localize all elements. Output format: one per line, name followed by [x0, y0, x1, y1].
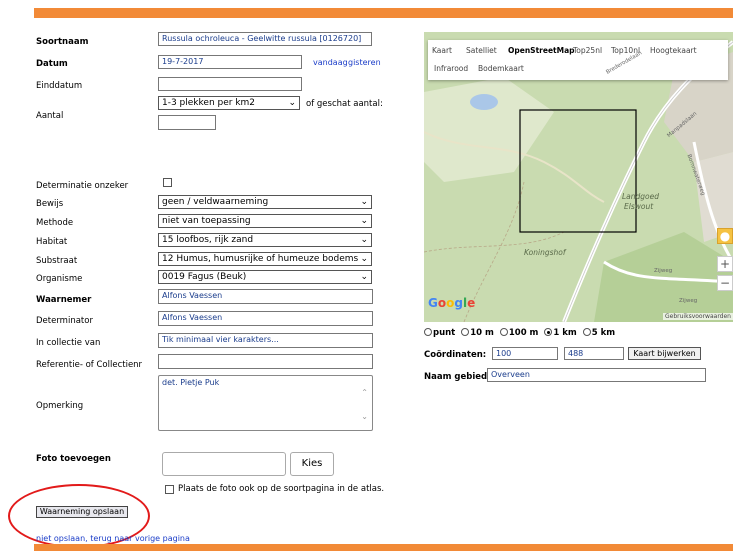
aantal-label: Aantal — [36, 111, 64, 121]
gisteren-link[interactable]: gisteren — [348, 58, 381, 67]
map-type-satelliet[interactable]: Satelliet — [466, 46, 497, 55]
radio-100m-label: 100 m — [508, 328, 539, 338]
aantal-select[interactable]: 1-3 plekken per km2 ⌄ — [158, 96, 300, 110]
radio-punt-label: punt — [433, 328, 456, 338]
radio-10m-label: 10 m — [470, 328, 494, 338]
map-type-top25nl[interactable]: Top25nl — [573, 46, 602, 55]
chevron-down-icon: ⌄ — [360, 197, 368, 207]
organisme-select[interactable]: 0019 Fagus (Beuk) ⌄ — [158, 270, 372, 284]
map-type-infrarood[interactable]: Infrarood — [434, 64, 468, 73]
kaart-bijwerken-button[interactable]: Kaart bijwerken — [628, 347, 701, 360]
coord-y-input[interactable]: 488 — [564, 347, 624, 360]
opmerking-textarea[interactable]: det. Pietje Puk ⌃ ⌄ — [158, 375, 373, 431]
zoom-in-button[interactable]: + — [717, 256, 733, 272]
chevron-down-icon: ⌄ — [288, 98, 296, 108]
referentie-input[interactable] — [158, 354, 373, 369]
radio-100m[interactable] — [499, 328, 508, 336]
map-place-label: Landgoed — [622, 192, 660, 201]
google-logo: Google — [428, 296, 476, 310]
radio-1km[interactable] — [544, 328, 553, 336]
methode-select[interactable]: niet van toepassing ⌄ — [158, 214, 372, 228]
map-place-label: Elswout — [624, 202, 654, 211]
bottom-accent-bar — [34, 544, 733, 551]
soortnaam-label: Soortnaam — [36, 37, 89, 47]
bewijs-select-value: geen / veldwaarneming — [162, 197, 269, 207]
map-type-openstreetmap[interactable]: OpenStreetMap — [508, 46, 575, 55]
bewijs-label: Bewijs — [36, 199, 64, 209]
determinatie-checkbox[interactable] — [163, 178, 172, 187]
radio-1km-label: 1 km — [553, 328, 577, 338]
einddatum-input[interactable] — [158, 77, 302, 91]
geschat-label: of geschat aantal: — [306, 99, 383, 109]
map-road-label: Zijweg — [654, 268, 673, 274]
radio-punt[interactable] — [424, 328, 432, 336]
coord-x-input[interactable]: 100 — [492, 347, 558, 360]
vandaag-link[interactable]: vandaag — [313, 58, 348, 67]
methode-select-value: niet van toepassing — [162, 216, 251, 226]
waarnemer-input[interactable]: Alfons Vaessen — [158, 289, 373, 304]
organisme-select-value: 0019 Fagus (Beuk) — [162, 272, 247, 282]
datum-label: Datum — [36, 59, 68, 69]
aantal-select-value: 1-3 plekken per km2 — [162, 98, 256, 108]
determinator-label: Determinator — [36, 316, 93, 326]
einddatum-label: Einddatum — [36, 81, 83, 91]
scroll-down-icon[interactable]: ⌄ — [361, 412, 368, 421]
map-type-bodemkaart[interactable]: Bodemkaart — [478, 64, 524, 73]
habitat-label: Habitat — [36, 237, 68, 247]
kies-button[interactable]: Kies — [290, 452, 334, 476]
referentie-label: Referentie- of Collectienr — [36, 360, 143, 370]
gebied-label: Naam gebied: — [424, 372, 491, 382]
map-place-label: Koningshof — [524, 248, 566, 257]
opmerking-text: det. Pietje Puk — [162, 378, 220, 387]
file-name-field[interactable] — [162, 452, 286, 476]
plaats-foto-checkbox[interactable] — [165, 485, 174, 494]
top-accent-bar — [34, 8, 733, 18]
methode-label: Methode — [36, 218, 74, 228]
soortnaam-input[interactable]: Russula ochroleuca - Geelwitte russula [… — [158, 32, 372, 46]
save-button[interactable]: Waarneming opslaan — [36, 506, 128, 518]
organisme-label: Organisme — [36, 274, 83, 284]
map-type-bar: Kaart Satelliet OpenStreetMap Top25nl To… — [428, 40, 728, 80]
determinator-input[interactable]: Alfons Vaessen — [158, 311, 373, 326]
map-view[interactable]: Kaart Satelliet OpenStreetMap Top25nl To… — [424, 32, 733, 322]
aantal-input[interactable] — [158, 115, 216, 130]
pegman-icon[interactable]: ● — [717, 228, 733, 244]
foto-label: Foto toevoegen — [36, 454, 111, 464]
substraat-label: Substraat — [36, 256, 78, 266]
radio-5km[interactable] — [582, 328, 591, 336]
map-road-label: Zijweg — [679, 298, 698, 304]
chevron-down-icon: ⌄ — [360, 272, 368, 282]
back-link[interactable]: niet opslaan, terug naar vorige pagina — [36, 534, 190, 543]
radio-5km-label: 5 km — [591, 328, 616, 338]
waarnemer-label: Waarnemer — [36, 295, 92, 305]
datum-input[interactable]: 19-7-2017 — [158, 55, 302, 69]
plaats-foto-label: Plaats de foto ook op de soortpagina in … — [178, 484, 385, 494]
chevron-down-icon: ⌄ — [360, 254, 368, 264]
coordinaten-label: Coördinaten: — [424, 350, 487, 360]
determinatie-label: Determinatie onzeker — [36, 181, 129, 191]
opmerking-label: Opmerking — [36, 401, 84, 411]
scroll-up-icon[interactable]: ⌃ — [361, 388, 368, 397]
substraat-select[interactable]: 12 Humus, humusrijke of humeuze bodems ⌄ — [158, 252, 372, 266]
gebied-input[interactable]: Overveen — [487, 368, 706, 382]
zoom-out-button[interactable]: − — [717, 275, 733, 291]
substraat-select-value: 12 Humus, humusrijke of humeuze bodems — [162, 254, 359, 264]
habitat-select-value: 15 loofbos, rijk zand — [162, 235, 254, 245]
habitat-select[interactable]: 15 loofbos, rijk zand ⌄ — [158, 233, 372, 247]
collectie-input[interactable]: Tik minimaal vier karakters... — [158, 333, 373, 348]
collectie-label: In collectie van — [36, 338, 101, 348]
bewijs-select[interactable]: geen / veldwaarneming ⌄ — [158, 195, 372, 209]
map-type-hoogtekaart[interactable]: Hoogtekaart — [650, 46, 697, 55]
chevron-down-icon: ⌄ — [360, 216, 368, 226]
map-attribution[interactable]: Gebruiksvoorwaarden — [663, 313, 733, 320]
precision-radio-group: punt 10 m 100 m 1 km 5 km — [424, 328, 615, 338]
map-type-kaart[interactable]: Kaart — [432, 46, 452, 55]
chevron-down-icon: ⌄ — [360, 235, 368, 245]
radio-10m[interactable] — [461, 328, 470, 336]
